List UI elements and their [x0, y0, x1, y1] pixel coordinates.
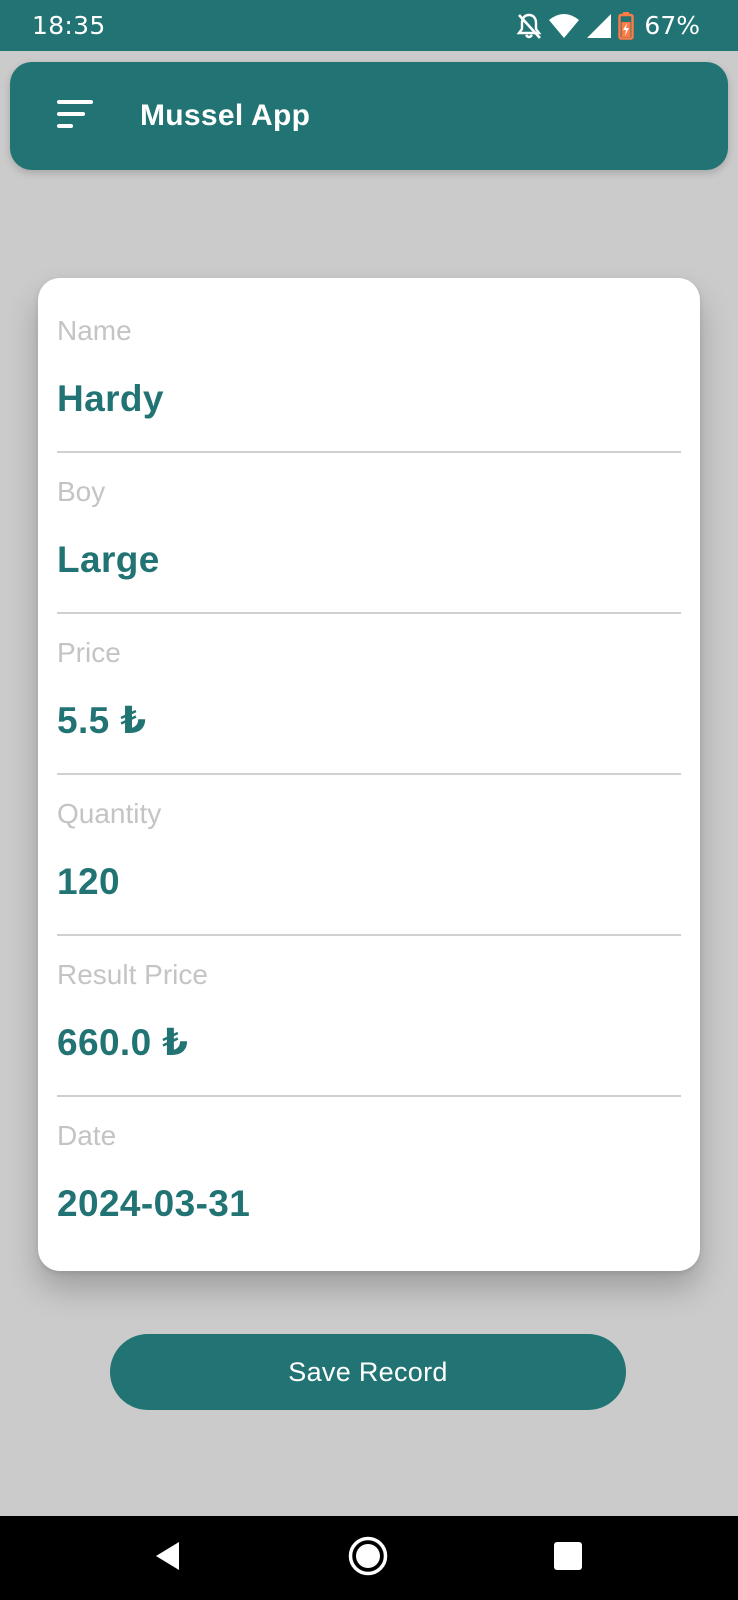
- field-label: Quantity: [57, 798, 162, 829]
- battery-charging-icon: [618, 12, 635, 40]
- field-value: Hardy: [57, 378, 164, 419]
- menu-button[interactable]: [50, 92, 100, 140]
- status-bar: 18:35 67%: [0, 0, 738, 51]
- navigation-bar: [0, 1516, 738, 1600]
- field-result-price: Result Price 660.0 ₺: [57, 922, 681, 1097]
- status-icons: 67%: [516, 11, 700, 41]
- back-icon: [151, 1539, 185, 1578]
- home-button[interactable]: [344, 1534, 392, 1582]
- field-value: 120: [57, 861, 120, 902]
- field-value: Large: [57, 539, 160, 580]
- wifi-icon: [548, 13, 580, 39]
- status-time: 18:35: [32, 11, 106, 40]
- field-label: Price: [57, 637, 121, 668]
- field-boy: Boy Large: [57, 439, 681, 614]
- notifications-off-icon: [516, 12, 542, 40]
- recents-icon: [552, 1540, 584, 1577]
- field-label: Date: [57, 1120, 117, 1151]
- back-button[interactable]: [144, 1534, 192, 1582]
- home-icon: [347, 1535, 389, 1582]
- menu-icon: [55, 97, 95, 136]
- field-quantity: Quantity 120: [57, 761, 681, 936]
- field-label: Result Price: [57, 959, 208, 990]
- app-title: Mussel App: [140, 99, 311, 132]
- field-value: 660.0 ₺: [57, 1022, 189, 1063]
- field-date: Date 2024-03-31: [57, 1083, 681, 1244]
- recents-button[interactable]: [544, 1534, 592, 1582]
- battery-percent: 67%: [644, 11, 700, 40]
- app-bar: Mussel App: [10, 62, 728, 170]
- save-record-button[interactable]: Save Record: [110, 1334, 626, 1410]
- field-value: 5.5 ₺: [57, 700, 147, 741]
- field-label: Boy: [57, 476, 106, 507]
- field-value: 2024-03-31: [57, 1183, 251, 1224]
- field-label: Name: [57, 315, 132, 346]
- record-detail-card: Name Hardy Boy Large Price 5.5 ₺ Quantit…: [38, 278, 700, 1271]
- field-name: Name Hardy: [57, 278, 681, 453]
- cell-signal-icon: [586, 13, 612, 39]
- field-price: Price 5.5 ₺: [57, 600, 681, 775]
